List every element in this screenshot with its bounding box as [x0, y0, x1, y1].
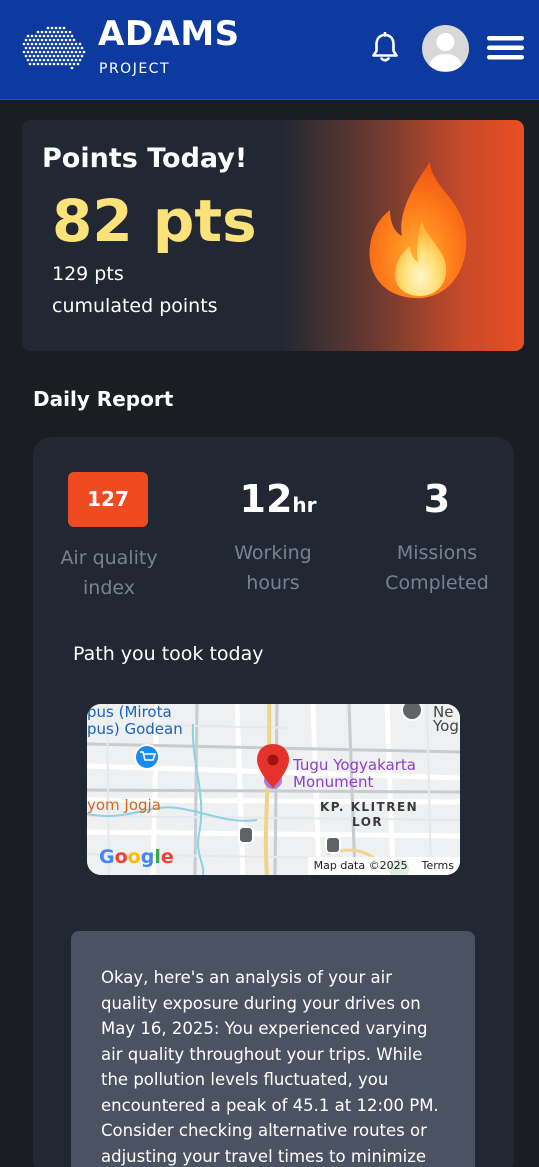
- brand-title: ADAMS: [98, 14, 240, 54]
- google-logo-letter: o: [114, 846, 128, 868]
- hamburger-menu-icon[interactable]: [487, 36, 524, 60]
- working-hours-label-line2: hours: [246, 572, 300, 594]
- working-hours-label: Working hours: [213, 538, 333, 598]
- google-logo-letter: g: [140, 846, 155, 868]
- google-logo-letter: e: [160, 846, 174, 868]
- air-quality-label-line1: Air quality: [60, 547, 158, 569]
- map-attribution: Map data ©2025 Terms: [307, 857, 460, 875]
- map-label-place1-line1: pus (Mirota: [87, 704, 172, 721]
- missions-label-line2: Completed: [385, 572, 489, 594]
- air-quality-summary: Okay, here's an analysis of your air qua…: [71, 931, 475, 1167]
- map-label-monument-line2: Monument: [293, 773, 374, 791]
- working-hours-value: 12hr: [223, 477, 333, 527]
- summary-text: Okay, here's an analysis of your air qua…: [101, 968, 439, 1166]
- map-label-place1-line2: pus) Godean: [87, 720, 183, 738]
- daily-report-title: Daily Report: [33, 387, 174, 411]
- points-today-card: Points Today! 82 pts 129 pts cumulated p…: [22, 120, 524, 351]
- map-label-corner-line2: Yog: [433, 717, 459, 735]
- air-quality-label-line2: index: [83, 577, 135, 599]
- map-label-place2: yom Jogja: [87, 796, 161, 814]
- avatar[interactable]: [422, 25, 469, 72]
- missions-value: 3: [423, 477, 451, 521]
- air-quality-label: Air quality index: [51, 543, 167, 603]
- missions-label-line1: Missions: [396, 542, 478, 564]
- google-logo-text: Google: [99, 846, 174, 868]
- map-label-monument-line1: Tugu Yogyakarta: [293, 756, 416, 774]
- path-title: Path you took today: [73, 643, 264, 665]
- fire-icon: [369, 162, 467, 299]
- working-hours-unit: hr: [292, 493, 317, 517]
- google-logo: Google: [99, 846, 174, 868]
- missions-label: Missions Completed: [377, 538, 497, 598]
- map-terms-link[interactable]: Terms: [422, 859, 454, 872]
- google-logo-letter: o: [127, 846, 141, 868]
- map-label-district-line2: LOR: [352, 815, 384, 829]
- daily-report-card: 127 Air quality index 12hr Working hours…: [33, 437, 514, 1167]
- map-data-text: Map data ©2025: [313, 859, 408, 872]
- working-hours-label-line1: Working: [234, 542, 312, 564]
- cumulated-points-value: 129 pts: [52, 263, 124, 285]
- air-quality-value: 127: [68, 472, 148, 527]
- bell-icon[interactable]: [370, 32, 400, 64]
- avatar-icon: [428, 33, 463, 71]
- cumulated-points-label: cumulated points: [52, 295, 218, 317]
- points-title: Points Today!: [42, 143, 248, 174]
- route-map[interactable]: pus (Mirota pus) Godean yom Jogja Tugu Y…: [87, 704, 460, 875]
- brand-subtitle: PROJECT: [99, 61, 170, 77]
- points-today-value: 82 pts: [52, 187, 257, 255]
- google-logo-letter: G: [99, 846, 115, 868]
- logo-dots-icon[interactable]: [20, 24, 86, 74]
- working-hours-number: 12: [239, 477, 293, 521]
- app-header: ADAMS PROJECT: [0, 0, 539, 100]
